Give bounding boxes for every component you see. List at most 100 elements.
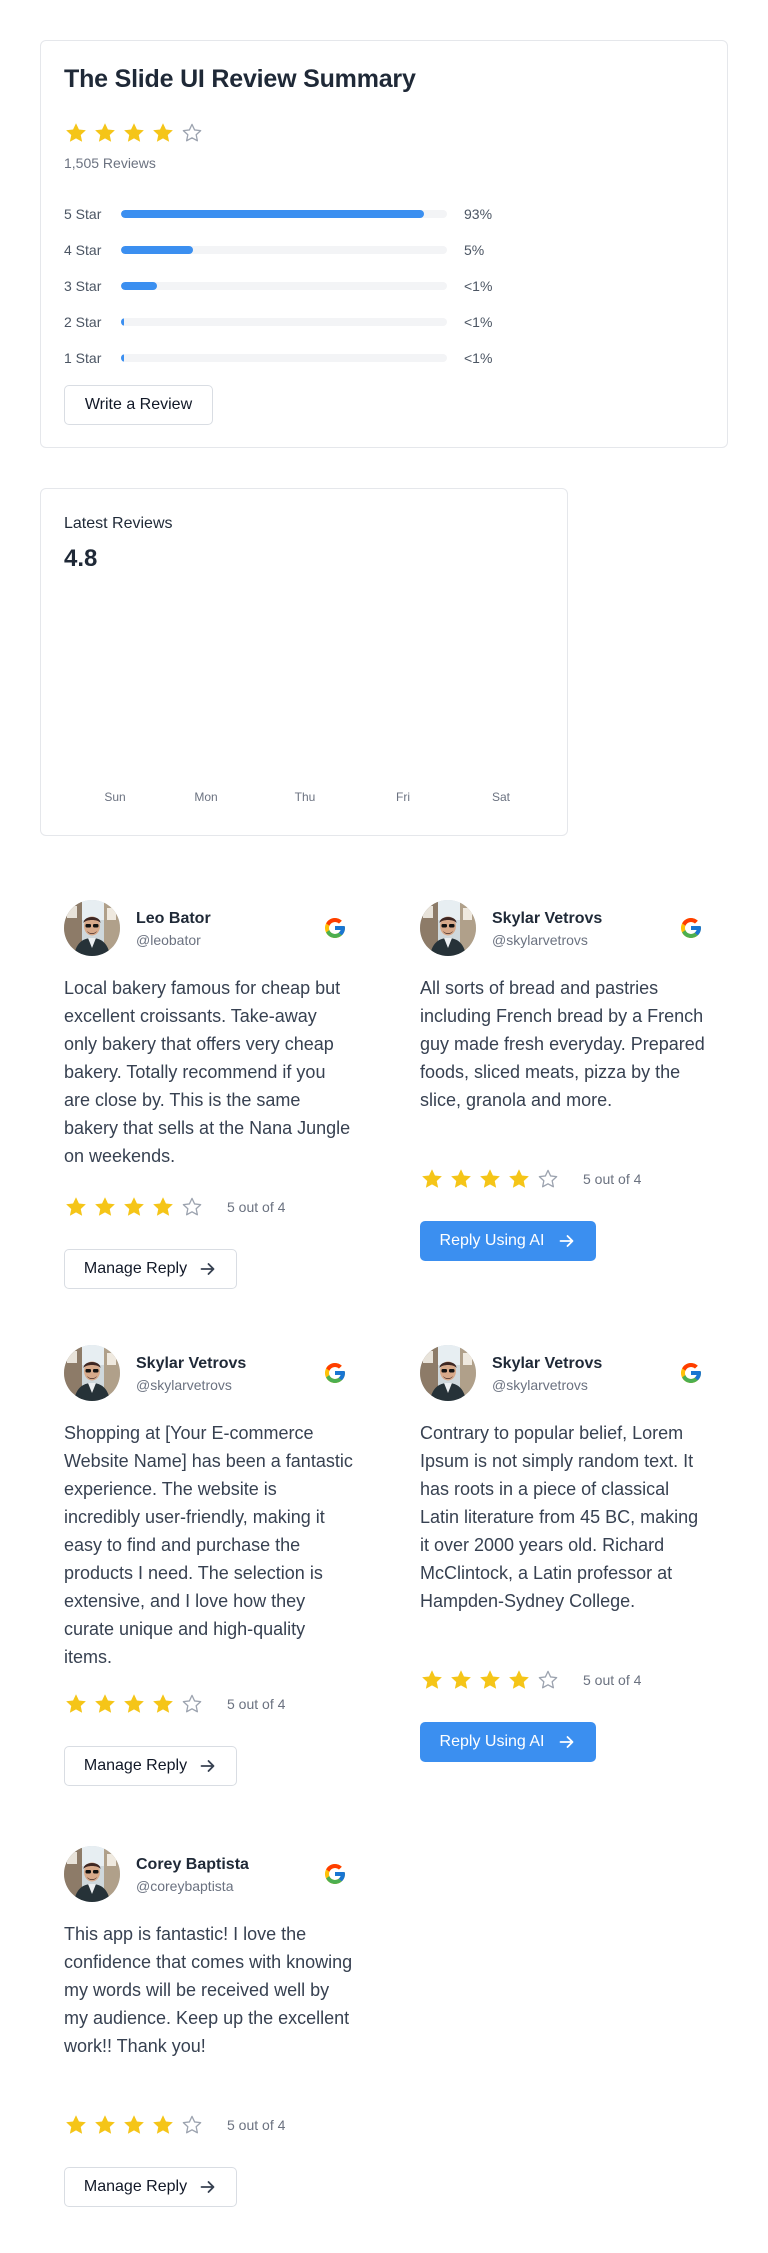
latest-reviews-title: Latest Reviews: [64, 515, 173, 532]
star-filled-icon: [507, 1167, 531, 1191]
avatar: [64, 1345, 120, 1401]
button-label: Manage Reply: [83, 2178, 188, 2195]
review-score: 5 out of 4: [227, 2117, 286, 2133]
rating-bar-row: 5 Star 93%: [64, 196, 524, 232]
rating-bar-percent: <1%: [464, 314, 493, 330]
reviewer-name: Skylar Vetrovs: [492, 1355, 603, 1372]
rating-bar-label: 5 Star: [64, 206, 102, 222]
star-filled-icon: [507, 1668, 531, 1692]
avatar: [64, 1846, 120, 1902]
review-summary-card: The Slide UI Review Summary 1,505 Review…: [40, 40, 728, 448]
star-empty-icon: [180, 1692, 204, 1716]
manage-reply-button[interactable]: Manage Reply: [64, 1249, 237, 1289]
review-rating: 5 out of 4: [64, 1692, 285, 1716]
google-icon: [323, 1361, 347, 1385]
rating-bar-track: [121, 318, 447, 326]
star-empty-icon: [536, 1167, 560, 1191]
avatar: [64, 900, 120, 956]
rating-bar-fill: [121, 354, 125, 362]
rating-bar-row: 3 Star <1%: [64, 268, 524, 304]
arrow-right-icon: [199, 1757, 217, 1775]
button-label: Reply Using AI: [439, 1232, 545, 1249]
review-score: 5 out of 4: [583, 1171, 642, 1187]
latest-reviews-card: 54321SunMonThuFriSat Latest Reviews 4.8: [40, 488, 568, 836]
rating-bar-fill: [121, 282, 157, 290]
star-filled-icon: [122, 2113, 146, 2137]
rating-bar-label: 2 Star: [64, 314, 102, 330]
review-text: This app is fantastic! I love the confid…: [64, 1924, 353, 2056]
star-empty-icon: [536, 1668, 560, 1692]
review-count: 1,505 Reviews: [64, 155, 156, 171]
google-icon: [679, 1361, 703, 1385]
review-card: Leo Bator @leobator Local bakery famous fo…: [64, 900, 354, 1289]
review-text: Shopping at [Your E-commerce Website Nam…: [64, 1423, 353, 1667]
reply-using-ai-button[interactable]: Reply Using AI: [420, 1221, 596, 1261]
button-label: Reply Using AI: [439, 1733, 545, 1750]
average-rating: 4.8: [64, 545, 98, 572]
rating-bar-track: [121, 282, 447, 290]
rating-bar-fill: [121, 210, 425, 218]
reviewer-handle: @skylarvetrovs: [492, 932, 588, 948]
star-filled-icon: [151, 2113, 175, 2137]
star-empty-icon: [180, 121, 204, 145]
avatar: [420, 1345, 476, 1401]
rating-bar-row: 2 Star <1%: [64, 304, 524, 340]
arrow-right-icon: [558, 1733, 576, 1751]
avatar: [420, 900, 476, 956]
rating-distribution: 5 Star 93% 4 Star 5% 3 Star <1% 2 Star <1% 1 Sta…: [64, 196, 524, 376]
star-filled-icon: [64, 1195, 88, 1219]
review-rating: 5 out of 4: [420, 1668, 641, 1692]
rating-bar-row: 1 Star <1%: [64, 340, 524, 376]
review-score: 5 out of 4: [227, 1696, 286, 1712]
x-tick-label: Thu: [295, 790, 316, 804]
review-rating: 5 out of 4: [64, 2113, 285, 2137]
review-card: Skylar Vetrovs @skylarvetrovs Contrary to …: [420, 1345, 710, 1762]
rating-bar-fill: [121, 246, 193, 254]
write-review-button[interactable]: Write a Review: [64, 385, 213, 425]
rating-bar-percent: 5%: [464, 242, 485, 258]
x-tick-label: Mon: [194, 790, 217, 804]
review-text: All sorts of bread and pastries includin…: [420, 978, 705, 1110]
google-icon: [323, 1862, 347, 1886]
star-filled-icon: [93, 1195, 117, 1219]
star-filled-icon: [93, 1692, 117, 1716]
review-rating: 5 out of 4: [64, 1195, 285, 1219]
reviewer-name: Skylar Vetrovs: [136, 1355, 247, 1372]
summary-rating-stars: [64, 121, 204, 145]
manage-reply-button[interactable]: Manage Reply: [64, 2167, 237, 2207]
rating-bar-track: [121, 354, 447, 362]
star-filled-icon: [122, 1692, 146, 1716]
star-filled-icon: [64, 1692, 88, 1716]
star-filled-icon: [64, 121, 88, 145]
arrow-right-icon: [558, 1232, 576, 1250]
rating-bar-percent: <1%: [464, 350, 493, 366]
star-filled-icon: [478, 1167, 502, 1191]
reviewer-handle: @leobator: [136, 932, 201, 948]
rating-bar-row: 4 Star 5%: [64, 232, 524, 268]
reply-using-ai-button[interactable]: Reply Using AI: [420, 1722, 596, 1762]
star-filled-icon: [478, 1668, 502, 1692]
star-empty-icon: [180, 2113, 204, 2137]
star-filled-icon: [449, 1668, 473, 1692]
star-filled-icon: [122, 121, 146, 145]
google-icon: [323, 916, 347, 940]
reviewer-name: Skylar Vetrovs: [492, 910, 603, 927]
x-tick-label: Sat: [492, 790, 511, 804]
star-filled-icon: [151, 121, 175, 145]
star-filled-icon: [93, 121, 117, 145]
rating-bar-label: 4 Star: [64, 242, 102, 258]
reviewer-handle: @skylarvetrovs: [492, 1377, 588, 1393]
star-empty-icon: [180, 1195, 204, 1219]
button-label: Manage Reply: [83, 1260, 188, 1277]
manage-reply-button[interactable]: Manage Reply: [64, 1746, 237, 1786]
reviewer-name: Corey Baptista: [136, 1856, 249, 1873]
x-tick-label: Sun: [104, 790, 125, 804]
star-filled-icon: [449, 1167, 473, 1191]
rating-bar-track: [121, 210, 447, 218]
reviewer-name: Leo Bator: [136, 910, 211, 927]
star-filled-icon: [93, 2113, 117, 2137]
rating-bar-label: 3 Star: [64, 278, 102, 294]
review-text: Local bakery famous for cheap but excell…: [64, 978, 351, 1166]
rating-bar-track: [121, 246, 447, 254]
rating-bar-label: 1 Star: [64, 350, 102, 366]
